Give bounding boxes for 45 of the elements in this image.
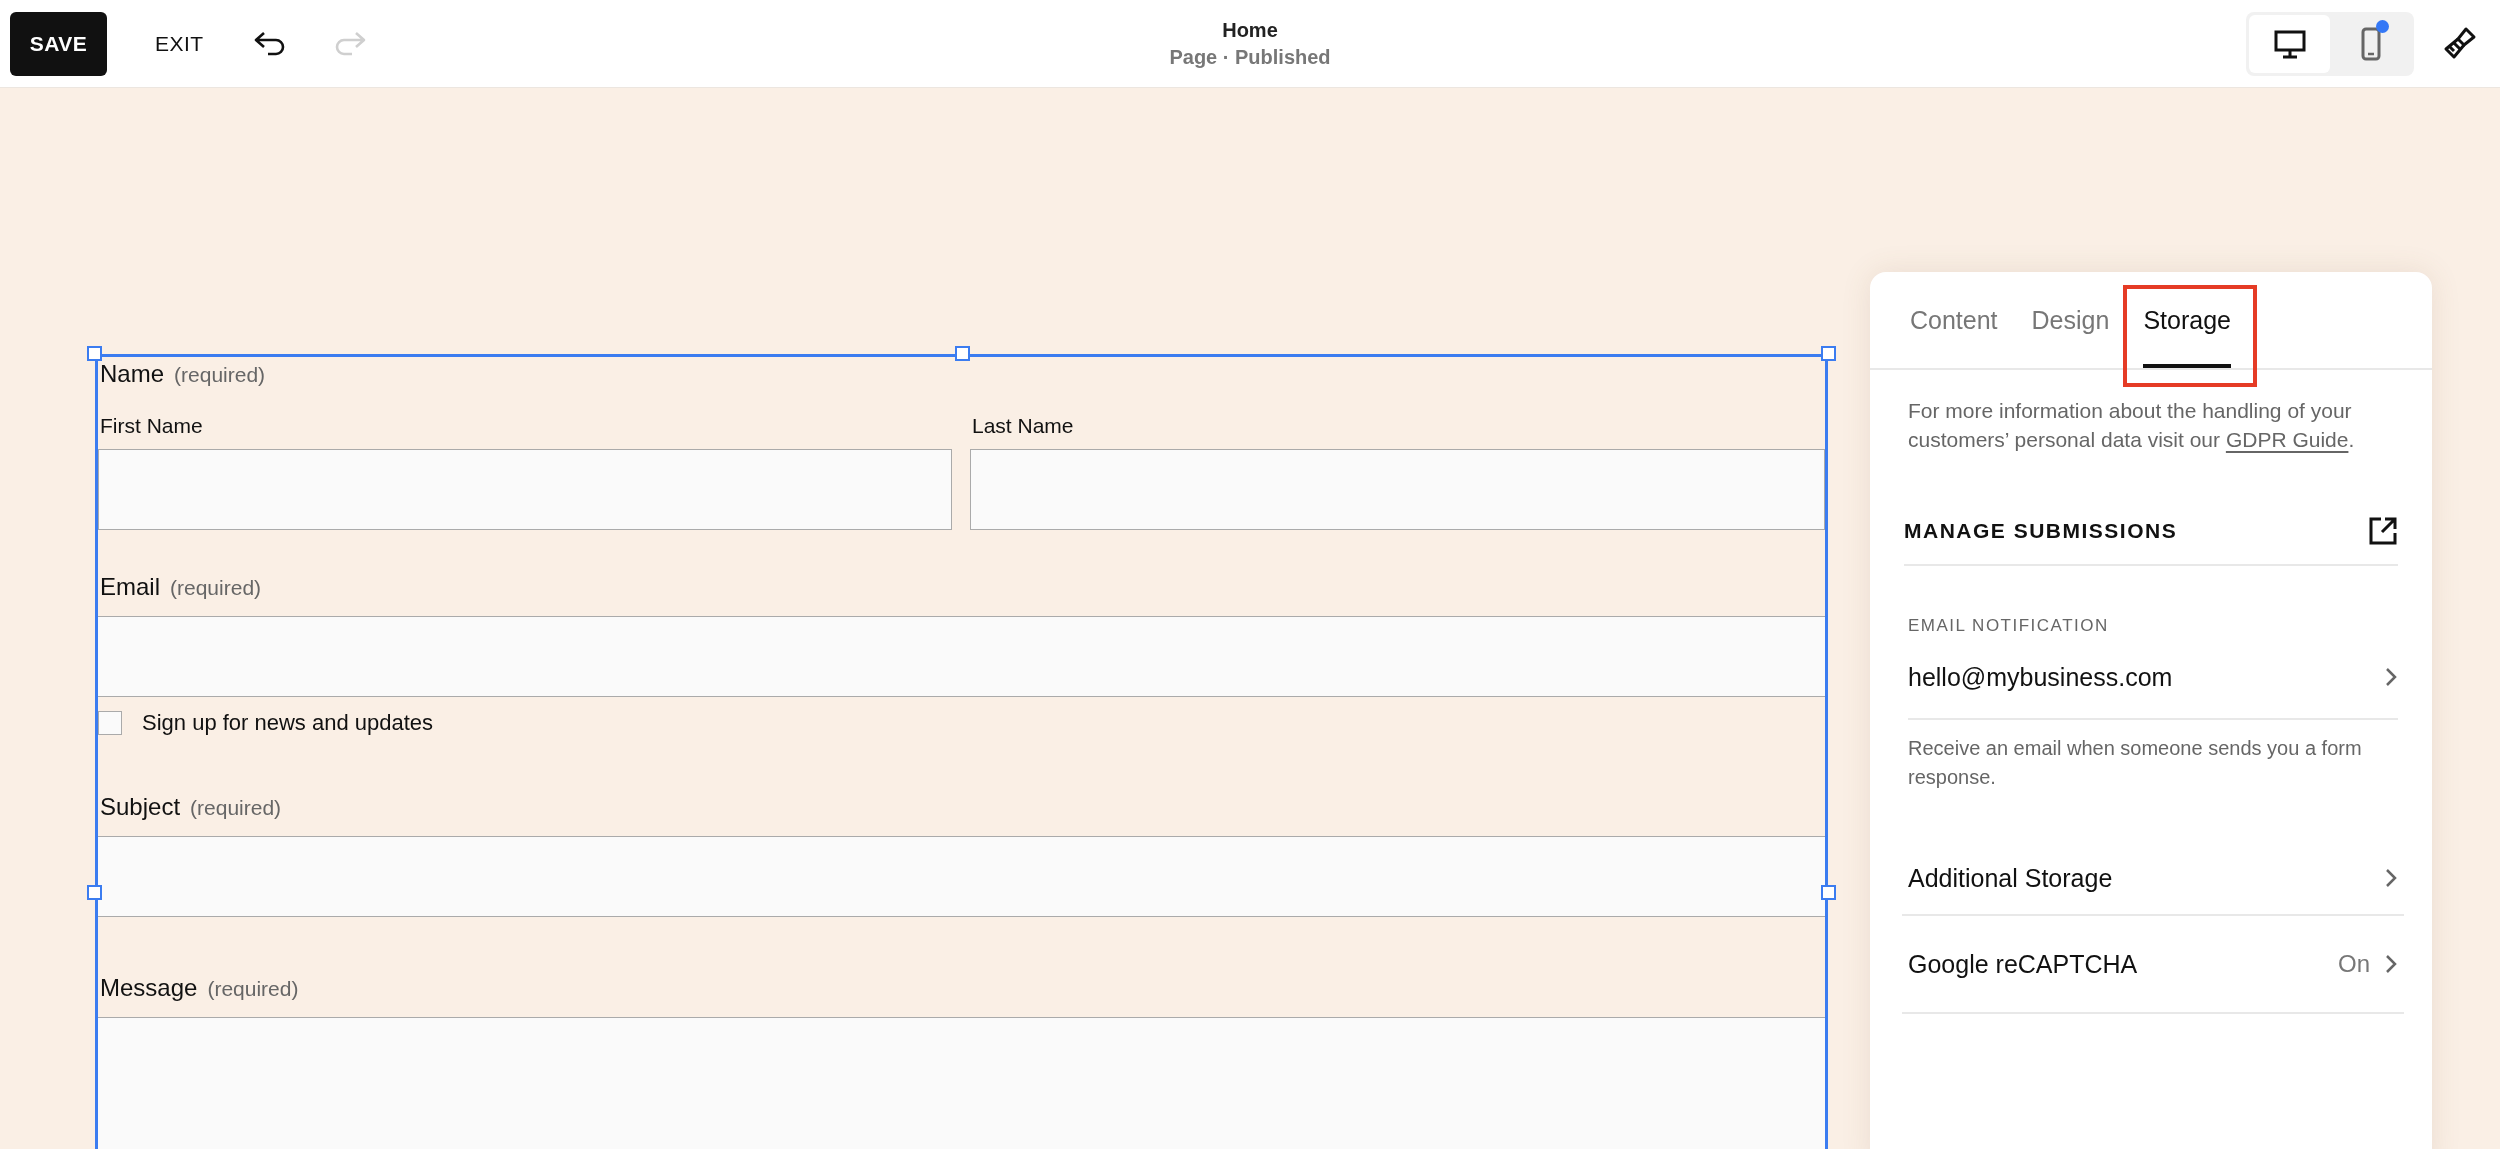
resize-handle[interactable]	[1821, 346, 1836, 361]
email-address: hello@mybusiness.com	[1908, 662, 2173, 692]
field-label: Message	[99, 973, 198, 1003]
field-label: Name	[99, 359, 165, 389]
info-text: For more information about the handling of your customers’ personal data visit our GDPR Guide.	[1908, 398, 2356, 453]
resize-handle[interactable]	[87, 885, 102, 900]
text-input[interactable]	[98, 449, 952, 530]
resize-handle[interactable]	[954, 346, 970, 361]
panel-tab[interactable]: Content	[1910, 272, 1998, 368]
field-label: First Name	[99, 413, 204, 439]
save-button[interactable]: SAVE	[10, 11, 107, 76]
page-status: Page · Published	[1169, 45, 1331, 69]
row-value: On	[2338, 950, 2370, 978]
help-text: Receive an email when someone sends you a form response.	[1908, 736, 2363, 790]
row-label: Google reCAPTCHA	[1908, 949, 2138, 979]
required-note: (required)	[170, 576, 262, 600]
required-note: (required)	[207, 977, 299, 1001]
external-link-icon[interactable]	[2368, 516, 2398, 546]
gdpr-guide-link[interactable]: GDPR Guide	[2225, 428, 2349, 451]
chevron-right-icon	[2384, 953, 2398, 975]
panel-tab[interactable]: Storage	[2143, 272, 2231, 368]
chevron-right-icon	[2384, 867, 2398, 889]
email-row[interactable]: hello@mybusiness.com	[1908, 636, 2398, 720]
field-label: Last Name	[971, 413, 1075, 439]
resize-handle[interactable]	[87, 346, 102, 361]
text-input[interactable]	[98, 836, 1825, 917]
required-note: (required)	[190, 796, 282, 820]
checkbox-label: Sign up for news and updates	[142, 710, 434, 736]
required-note: (required)	[174, 363, 266, 387]
row-label: Additional Storage	[1908, 863, 2113, 893]
checkbox[interactable]	[98, 711, 122, 735]
page-title: Home	[1222, 18, 1278, 42]
resize-handle[interactable]	[1821, 885, 1836, 900]
field-label: Email	[99, 572, 160, 602]
exit-button[interactable]: EXIT	[147, 25, 212, 62]
settings-row[interactable]: Additional Storage	[1902, 842, 2404, 916]
settings-row[interactable]: Google reCAPTCHA On	[1902, 916, 2404, 1014]
section-label: EMAIL NOTIFICATION	[1908, 616, 2110, 636]
panel-tab[interactable]: Design	[2031, 272, 2110, 368]
field-label: Subject	[99, 792, 181, 822]
desktop-view-button[interactable]	[2249, 14, 2330, 73]
chevron-right-icon	[2384, 666, 2398, 688]
text-input[interactable]	[98, 616, 1825, 697]
text-input[interactable]	[970, 449, 1825, 530]
section-heading: MANAGE SUBMISSIONS	[1904, 519, 2178, 543]
